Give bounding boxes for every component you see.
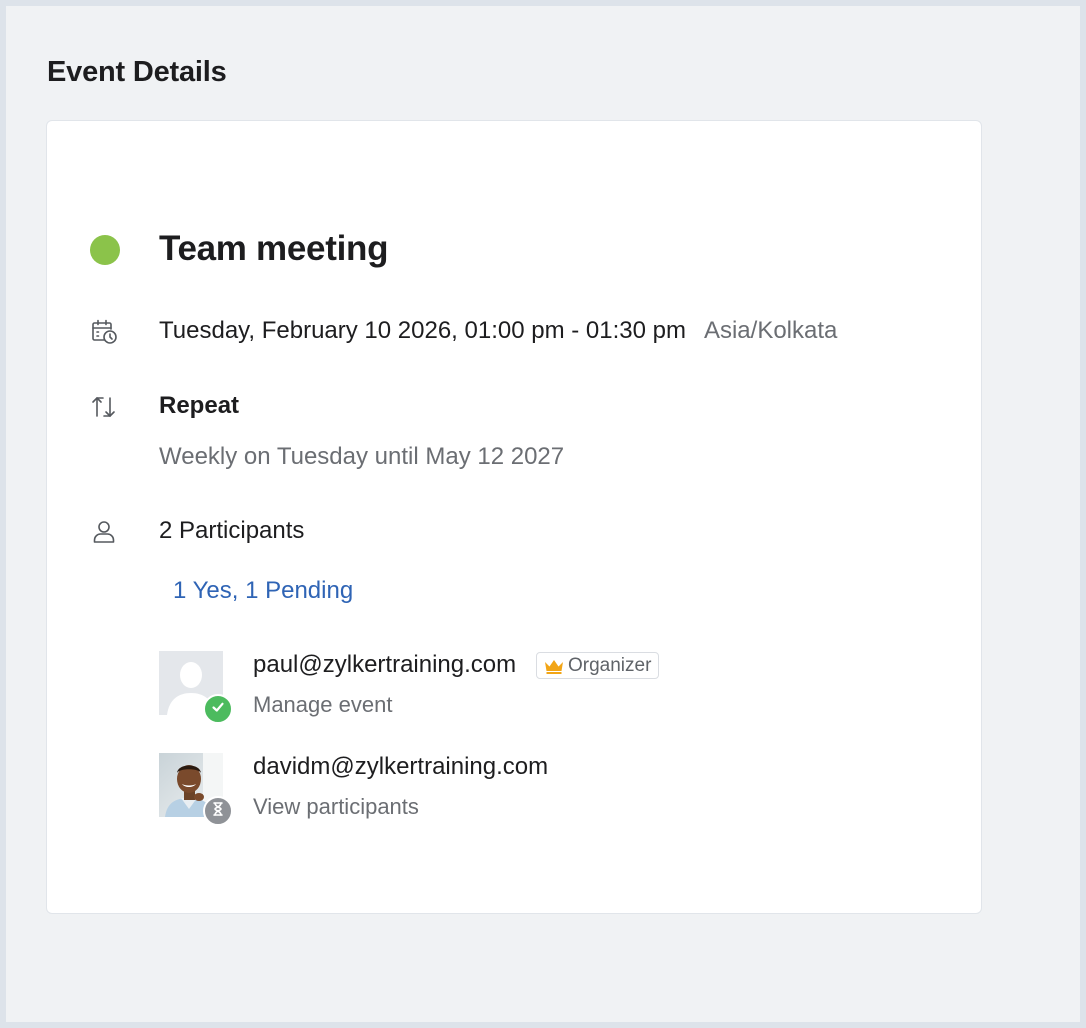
event-timezone: Asia/Kolkata <box>703 317 838 344</box>
rsvp-summary-link[interactable]: 1 Yes, 1 Pending <box>173 577 353 605</box>
event-details-card: Team meeting Tuesday, February 10 2026, … <box>46 120 982 914</box>
pending-status-badge <box>203 796 233 826</box>
event-title: Team meeting <box>159 229 389 268</box>
hourglass-icon <box>211 801 225 822</box>
accepted-status-badge <box>203 694 233 724</box>
participants-count: 2 Participants <box>159 517 305 544</box>
manage-event-link[interactable]: Manage event <box>253 692 392 718</box>
repeat-arrows-icon <box>89 392 119 422</box>
organizer-badge: Organizer <box>536 652 660 679</box>
calendar-clock-icon <box>89 317 119 347</box>
participant-email: paul@zylkertraining.com <box>253 651 517 678</box>
participant-row: paul@zylkertraining.com Organizer Manage… <box>159 651 719 731</box>
person-icon <box>89 517 119 547</box>
check-icon <box>210 699 226 720</box>
event-status-dot <box>90 235 120 265</box>
event-datetime: Tuesday, February 10 2026, 01:00 pm - 01… <box>159 317 686 344</box>
app-frame: Event Details Team meeting Tuesday, Febr… <box>6 6 1080 1022</box>
repeat-label: Repeat <box>159 392 240 419</box>
view-participants-link[interactable]: View participants <box>253 794 419 820</box>
participant-row: davidm@zylkertraining.com View participa… <box>159 753 719 833</box>
crown-icon <box>543 657 568 675</box>
organizer-badge-label: Organizer <box>568 654 652 676</box>
event-datetime-row: Tuesday, February 10 2026, 01:00 pm - 01… <box>159 317 837 345</box>
repeat-rule: Weekly on Tuesday until May 12 2027 <box>159 443 565 470</box>
page-title: Event Details <box>47 56 227 88</box>
participant-email: davidm@zylkertraining.com <box>253 753 549 780</box>
